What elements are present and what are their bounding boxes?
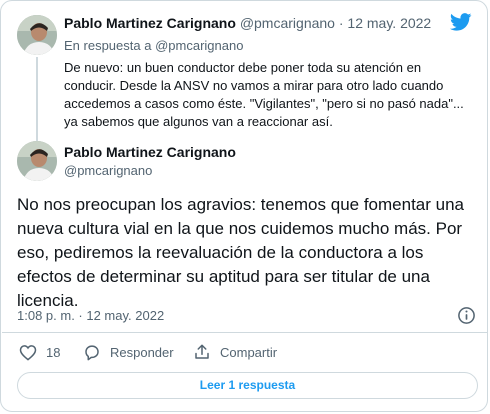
reply-tweet-header: Pablo Martinez Carignano @pmcarignano · … [64, 15, 431, 31]
embedded-tweet-card: Pablo Martinez Carignano @pmcarignano · … [0, 0, 488, 412]
twitter-bird-icon[interactable] [449, 13, 472, 36]
author-avatar[interactable] [17, 15, 57, 55]
heart-icon [19, 344, 37, 361]
like-button[interactable]: 18 [19, 344, 60, 361]
reply-context: En respuesta a @pmcarignano [64, 38, 243, 53]
author-name[interactable]: Pablo Martinez Carignano [64, 15, 236, 31]
reply-context-label: En respuesta a [64, 38, 152, 53]
main-tweet-text: No nos preocupan los agravios: tenemos q… [17, 195, 464, 310]
main-author-name[interactable]: Pablo Martinez Carignano [64, 144, 236, 160]
share-label: Compartir [220, 344, 278, 360]
divider [2, 332, 488, 333]
thread-connector-line [36, 57, 38, 141]
read-replies-button[interactable]: Leer 1 respuesta [17, 372, 478, 399]
share-icon [193, 343, 211, 361]
reply-tweet-date[interactable]: 12 may. 2022 [347, 15, 431, 31]
share-button[interactable]: Compartir [193, 343, 277, 361]
reply-label: Responder [110, 345, 174, 360]
tweet-timestamp[interactable]: 1:08 p. m. · 12 may. 2022 [17, 308, 164, 323]
header-separator: · [338, 15, 344, 31]
speech-bubble-icon [83, 344, 101, 361]
reply-button[interactable]: Responder [83, 344, 174, 361]
author-avatar[interactable] [17, 141, 57, 181]
reply-tweet-text: De nuevo: un buen conductor debe poner t… [64, 60, 464, 129]
info-icon[interactable] [457, 306, 476, 330]
author-handle[interactable]: @pmcarignano [240, 15, 335, 31]
main-author-handle[interactable]: @pmcarignano [64, 163, 152, 178]
reply-to-handle[interactable]: @pmcarignano [155, 38, 243, 53]
like-count: 18 [46, 345, 61, 360]
